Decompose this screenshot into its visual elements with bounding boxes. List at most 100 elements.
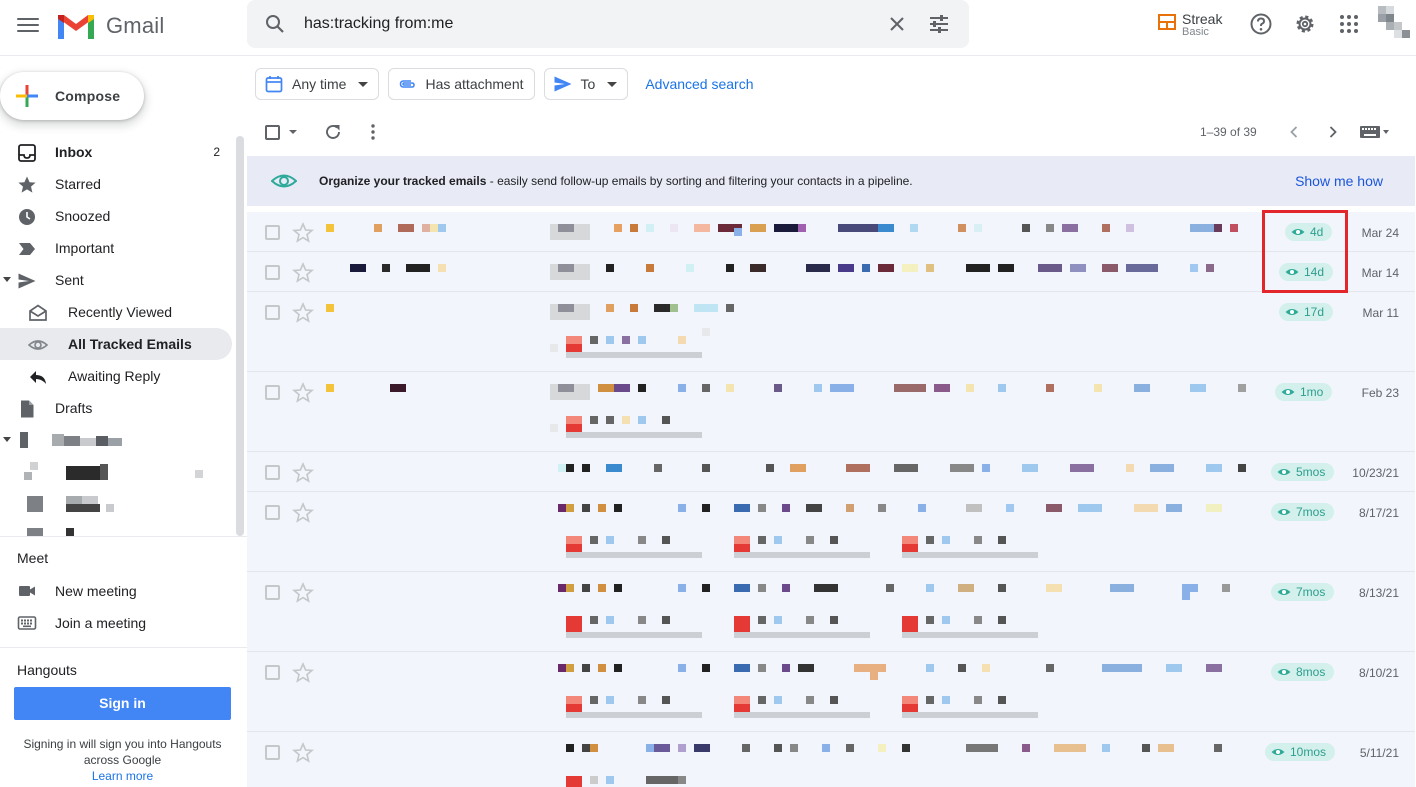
streak-badge[interactable]: Streak Basic	[1158, 12, 1222, 39]
to-label: To	[580, 76, 596, 92]
expand-caret-icon[interactable]	[3, 437, 11, 442]
email-date: 5/11/21	[1359, 746, 1399, 760]
tracked-open-tag[interactable]: 17d	[1279, 303, 1334, 321]
sidebar-item-starred[interactable]: Starred	[0, 168, 232, 200]
star-outline-icon[interactable]	[292, 222, 314, 244]
sidebar-item-recently-viewed[interactable]: Recently Viewed	[0, 296, 232, 328]
sidebar-item-awaiting-reply[interactable]: Awaiting Reply	[0, 360, 232, 392]
search-filter-chips: Any time Has attachment To Advanced sear…	[255, 68, 754, 100]
sidebar-item-important[interactable]: Important	[0, 232, 232, 264]
row-checkbox[interactable]	[265, 305, 280, 320]
sidebar-item-redacted-label[interactable]	[0, 520, 232, 540]
banner-message: Organize your tracked emails - easily se…	[319, 174, 913, 188]
chevron-right-icon[interactable]	[1323, 122, 1343, 142]
main-menu-icon[interactable]	[14, 14, 42, 42]
row-checkbox[interactable]	[265, 385, 280, 400]
new-meeting-button[interactable]: New meeting	[0, 575, 232, 607]
hangouts-note-text: Signing in will sign you into Hangouts a…	[23, 737, 222, 767]
list-toolbar: 1–39 of 39	[247, 112, 1416, 152]
expand-caret-icon[interactable]	[3, 277, 11, 282]
sidebar-item-redacted-label[interactable]	[0, 456, 232, 488]
email-row[interactable]: 4d Mar 24	[247, 212, 1415, 252]
input-tools-keyboard-icon[interactable]	[1360, 124, 1390, 140]
chevron-left-icon[interactable]	[1284, 122, 1304, 142]
account-avatar[interactable]	[1378, 6, 1410, 38]
learn-more-link[interactable]: Learn more	[92, 769, 153, 783]
sidebar-item-label: Snoozed	[55, 208, 111, 224]
sidebar-item-redacted-label[interactable]	[0, 488, 232, 520]
email-row[interactable]: 7mos 8/17/21	[247, 492, 1415, 572]
sidebar-item-sent[interactable]: Sent	[0, 264, 232, 296]
sidebar: Compose Inbox 2 Starred Snoozed Importan…	[0, 56, 247, 787]
tracking-tag-highlight-box	[1262, 210, 1348, 293]
search-bar[interactable]: has:tracking from:me	[247, 0, 969, 48]
search-icon[interactable]	[263, 12, 287, 36]
join-meeting-button[interactable]: Join a meeting	[0, 607, 232, 639]
sidebar-item-label: All Tracked Emails	[68, 336, 192, 352]
select-all-checkbox[interactable]	[265, 125, 280, 140]
row-checkbox[interactable]	[265, 585, 280, 600]
search-options-icon[interactable]	[927, 12, 951, 36]
star-outline-icon[interactable]	[292, 382, 314, 404]
compose-button[interactable]: Compose	[0, 72, 144, 120]
email-date: Mar 14	[1361, 266, 1399, 280]
tracked-open-tag[interactable]: 8mos	[1271, 663, 1335, 681]
star-outline-icon[interactable]	[292, 262, 314, 284]
email-row[interactable]: 14d Mar 14	[247, 252, 1415, 292]
email-row[interactable]: 10mos 5/11/21	[247, 732, 1415, 787]
email-row[interactable]: 1mo Feb 23	[247, 372, 1415, 452]
more-options-icon[interactable]	[363, 122, 383, 142]
tracked-open-tag[interactable]: 10mos	[1265, 743, 1336, 761]
email-row[interactable]: 17d Mar 11	[247, 292, 1415, 372]
has-attachment-filter[interactable]: Has attachment	[388, 68, 535, 100]
star-outline-icon[interactable]	[292, 582, 314, 604]
tracked-age: 5mos	[1296, 465, 1326, 479]
sidebar-item-drafts[interactable]: Drafts	[0, 392, 232, 424]
row-checkbox[interactable]	[265, 265, 280, 280]
star-outline-icon[interactable]	[292, 462, 314, 484]
send-icon	[18, 273, 36, 289]
star-outline-icon[interactable]	[292, 742, 314, 764]
dropdown-caret-icon	[358, 81, 369, 87]
row-checkbox[interactable]	[265, 225, 280, 240]
email-date: 8/17/21	[1358, 506, 1399, 520]
settings-gear-icon[interactable]	[1293, 12, 1317, 36]
hangouts-sign-in-button[interactable]: Sign in	[14, 687, 231, 720]
tracked-open-tag[interactable]: 5mos	[1271, 463, 1335, 481]
tracked-open-tag[interactable]: 7mos	[1271, 583, 1335, 601]
tracked-age: 7mos	[1296, 505, 1326, 519]
meet-section-title: Meet	[17, 550, 49, 566]
sidebar-item-inbox[interactable]: Inbox 2	[0, 136, 232, 168]
sidebar-item-label: Drafts	[55, 400, 93, 416]
row-checkbox[interactable]	[265, 745, 280, 760]
email-row[interactable]: 5mos 10/23/21	[247, 452, 1415, 492]
row-checkbox[interactable]	[265, 505, 280, 520]
help-icon[interactable]	[1249, 12, 1273, 36]
show-me-how-link[interactable]: Show me how	[1295, 173, 1383, 189]
email-row[interactable]: 7mos 8/13/21	[247, 572, 1415, 652]
tracked-open-tag[interactable]: 1mo	[1275, 383, 1333, 401]
any-time-filter[interactable]: Any time	[255, 68, 380, 100]
tracked-age: 7mos	[1296, 585, 1326, 599]
apps-grid-icon[interactable]	[1337, 12, 1361, 36]
star-outline-icon[interactable]	[292, 502, 314, 524]
sidebar-item-snoozed[interactable]: Snoozed	[0, 200, 232, 232]
tracked-open-tag[interactable]: 7mos	[1271, 503, 1335, 521]
refresh-icon[interactable]	[323, 122, 343, 142]
email-row[interactable]: 8mos 8/10/21	[247, 652, 1415, 732]
to-filter[interactable]: To	[543, 68, 629, 100]
calendar-icon	[265, 76, 283, 93]
row-checkbox[interactable]	[265, 665, 280, 680]
advanced-search-link[interactable]: Advanced search	[645, 68, 753, 100]
clear-search-icon[interactable]	[885, 12, 909, 36]
star-outline-icon[interactable]	[292, 302, 314, 324]
streak-tracking-banner: Organize your tracked emails - easily se…	[247, 156, 1415, 206]
gmail-logo[interactable]: Gmail	[56, 10, 164, 42]
sidebar-item-all-tracked-emails[interactable]: All Tracked Emails	[0, 328, 232, 360]
row-checkbox[interactable]	[265, 465, 280, 480]
sidebar-item-redacted-label[interactable]	[0, 424, 232, 456]
star-outline-icon[interactable]	[292, 662, 314, 684]
select-dropdown-icon[interactable]	[289, 130, 297, 134]
search-input[interactable]: has:tracking from:me	[304, 15, 453, 33]
send-icon	[554, 76, 572, 92]
